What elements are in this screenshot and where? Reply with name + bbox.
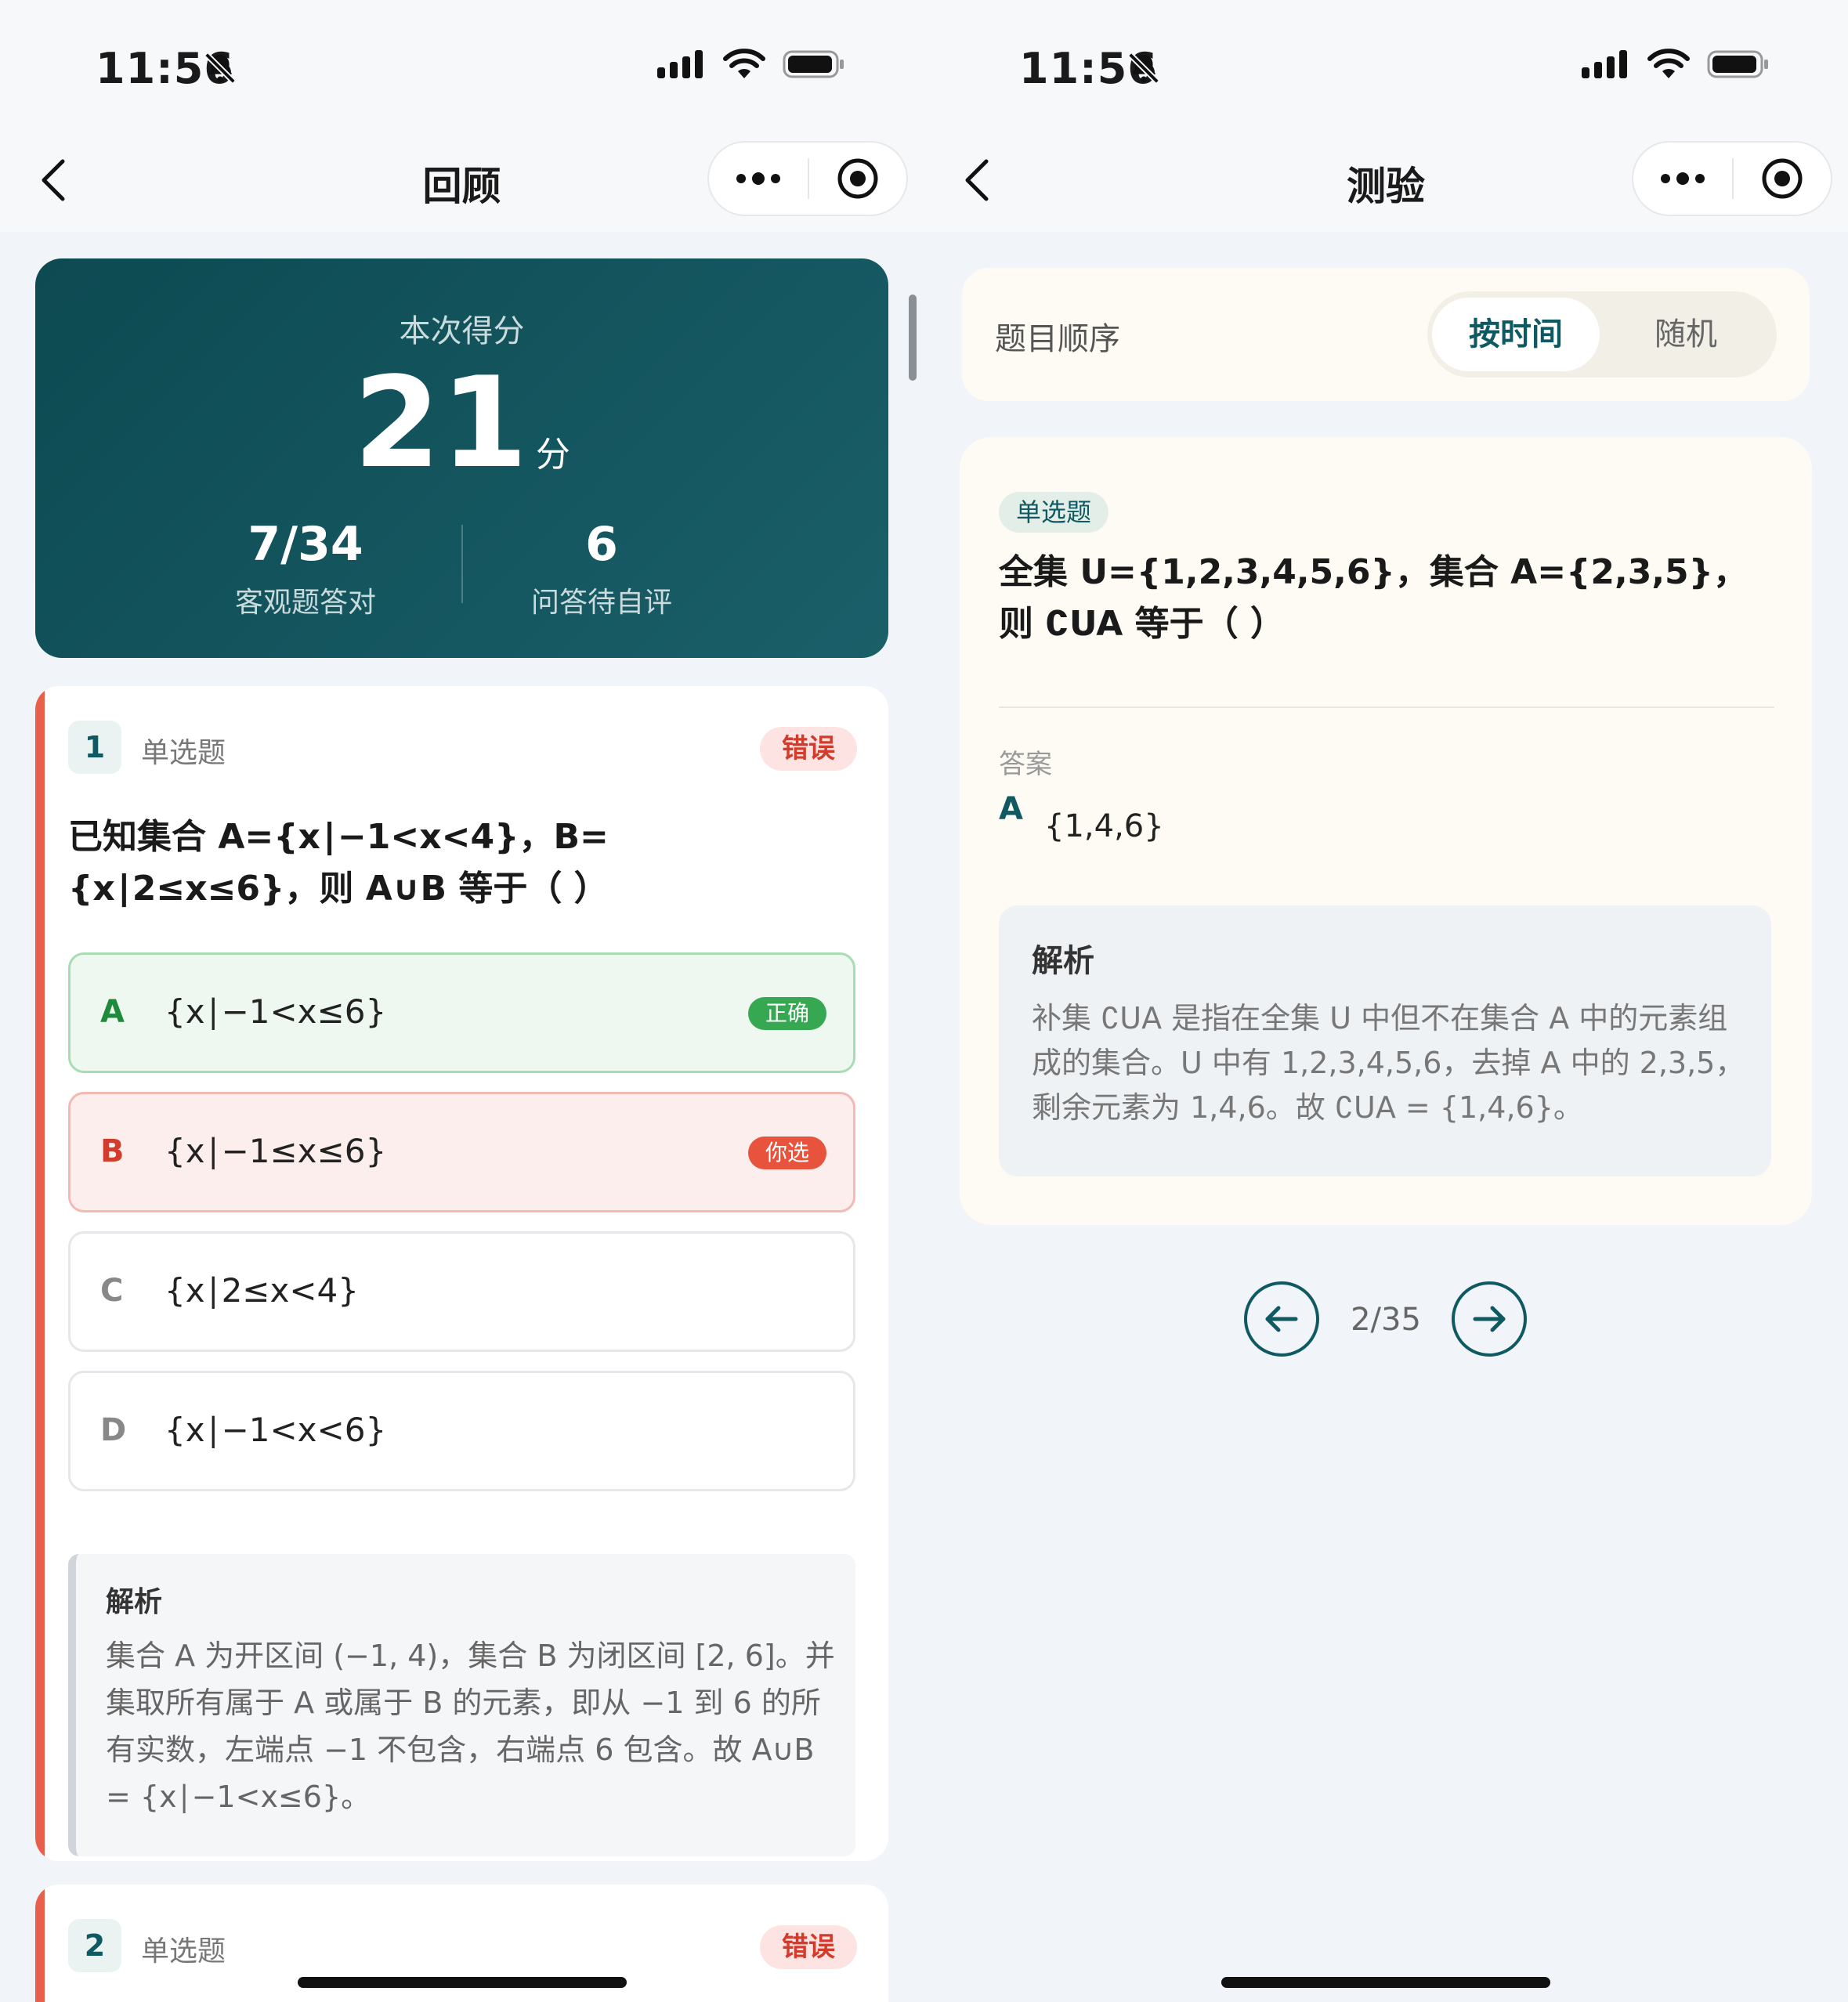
more-dots-icon	[1661, 172, 1705, 185]
question-card-1: 1 单选题 错误 已知集合 A={x∣−1<x<4}，B={x∣2≤x≤6}，则…	[35, 686, 888, 1861]
correct-tag: 正确	[747, 997, 826, 1030]
mini-program-capsule	[707, 141, 908, 216]
nav-bar: 回顾	[0, 117, 924, 232]
nav-bar: 测验	[924, 117, 1848, 232]
signal-icon	[657, 50, 703, 78]
quiz-screen: 11:56 测验 题目顺序 按时间 随机 单选题 全集 U={1,2,3,4,5…	[924, 0, 1848, 2002]
pager: 2/35	[924, 1281, 1848, 1360]
option-letter: D	[100, 1412, 127, 1448]
question-card: 单选题 全集 U={1,2,3,4,5,6}，集合 A={2,3,5}，则 ∁U…	[960, 437, 1812, 1225]
arrow-right-icon	[1473, 1306, 1506, 1332]
question-type: 单选题	[141, 1935, 226, 1968]
score-unit: 分	[535, 435, 570, 475]
score-value-wrap: 21 分	[35, 352, 888, 526]
wifi-icon	[723, 49, 765, 78]
option-a[interactable]: A {x∣−1<x≤6} 正确	[68, 952, 855, 1073]
divider	[999, 706, 1774, 708]
answer-letter: A	[999, 791, 1023, 827]
stat-objective: 7/34 客观题答对	[149, 517, 462, 620]
explanation-title: 解析	[1032, 943, 1094, 979]
mini-program-capsule	[1632, 141, 1832, 216]
explanation-text: 集合 A 为开区间 (−1, 4)，集合 B 为闭区间 [2, 6]。并集取所有…	[106, 1639, 835, 1814]
stat-objective-label: 客观题答对	[234, 587, 376, 619]
battery-icon	[1707, 50, 1768, 78]
signal-icon	[1582, 50, 1627, 78]
stat-pending-label: 问答待自评	[530, 587, 672, 619]
scrollbar[interactable]	[909, 295, 917, 381]
selected-tag: 你选	[747, 1137, 826, 1169]
explanation-title: 解析	[106, 1586, 163, 1618]
bell-slash-icon	[204, 52, 236, 84]
wrong-indicator-bar	[35, 686, 45, 1861]
result-badge: 错误	[760, 1925, 857, 1969]
question-text: 全集 U={1,2,3,4,5,6}，集合 A={2,3,5}，则 ∁UA 等于…	[999, 552, 1748, 644]
order-card: 题目顺序 按时间 随机	[962, 268, 1810, 401]
status-bar: 11:56	[924, 0, 1848, 117]
home-indicator[interactable]	[1221, 1977, 1550, 1988]
question-number: 1	[68, 721, 121, 774]
battery-icon	[783, 50, 844, 78]
option-b[interactable]: B {x∣−1≤x≤6} 你选	[68, 1092, 855, 1212]
target-circle-icon	[1762, 158, 1803, 199]
result-badge: 错误	[760, 727, 857, 771]
review-screen: 11:56 回顾 本次得分 21 分 7/34 客观题答对 6 问答待自评 1 …	[0, 0, 924, 2002]
option-text: {x∣−1<x<6}	[165, 1411, 387, 1449]
score-card: 本次得分 21 分 7/34 客观题答对 6 问答待自评	[35, 258, 888, 658]
close-miniprogram-button[interactable]	[809, 143, 906, 215]
score-label: 本次得分	[399, 313, 525, 349]
status-bar: 11:56	[0, 0, 924, 117]
option-text: {x∣2≤x<4}	[165, 1271, 359, 1310]
target-circle-icon	[837, 158, 878, 199]
option-text: {x∣−1≤x≤6}	[165, 1132, 387, 1170]
order-by-time-option[interactable]: 按时间	[1432, 298, 1600, 371]
option-letter: A	[100, 994, 125, 1030]
close-miniprogram-button[interactable]	[1734, 143, 1831, 215]
order-segmented-control: 按时间 随机	[1427, 291, 1777, 378]
answer-label: 答案	[999, 749, 1052, 780]
question-number: 2	[68, 1919, 121, 1972]
stat-objective-value: 7/34	[248, 517, 363, 572]
home-indicator[interactable]	[298, 1977, 627, 1988]
explanation-text: 补集 ∁UA 是指在全集 U 中但不在集合 A 中的元素组成的集合。U 中有 1…	[1032, 1001, 1745, 1125]
question-type-badge: 单选题	[999, 492, 1109, 533]
more-button[interactable]	[1633, 143, 1732, 215]
explanation-box: 解析 补集 ∁UA 是指在全集 U 中但不在集合 A 中的元素组成的集合。U 中…	[999, 905, 1771, 1176]
stat-pending-value: 6	[585, 517, 618, 572]
option-text: {x∣−1<x≤6}	[165, 992, 387, 1031]
option-d[interactable]: D {x∣−1<x<6}	[68, 1371, 855, 1491]
option-letter: B	[100, 1133, 125, 1169]
question-text: 已知集合 A={x∣−1<x<4}，B={x∣2≤x≤6}，则 A∪B 等于（ …	[68, 817, 609, 909]
next-button[interactable]	[1452, 1281, 1527, 1357]
more-dots-icon	[736, 172, 780, 185]
option-c[interactable]: C {x∣2≤x<4}	[68, 1231, 855, 1352]
order-label: 题目顺序	[995, 321, 1120, 357]
explanation-box: 解析 集合 A 为开区间 (−1, 4)，集合 B 为闭区间 [2, 6]。并集…	[68, 1554, 855, 1856]
option-letter: C	[100, 1273, 124, 1309]
answer-text: {1,4,6}	[1044, 808, 1164, 844]
bell-slash-icon	[1128, 52, 1159, 84]
stat-pending: 6 问答待自评	[445, 517, 758, 620]
question-type: 单选题	[141, 737, 226, 769]
page-indicator: 2/35	[1351, 1302, 1421, 1338]
order-random-option[interactable]: 随机	[1600, 298, 1772, 371]
wrong-indicator-bar	[35, 1885, 45, 2002]
more-button[interactable]	[709, 143, 808, 215]
wifi-icon	[1647, 49, 1690, 78]
score-value: 21	[353, 349, 528, 496]
